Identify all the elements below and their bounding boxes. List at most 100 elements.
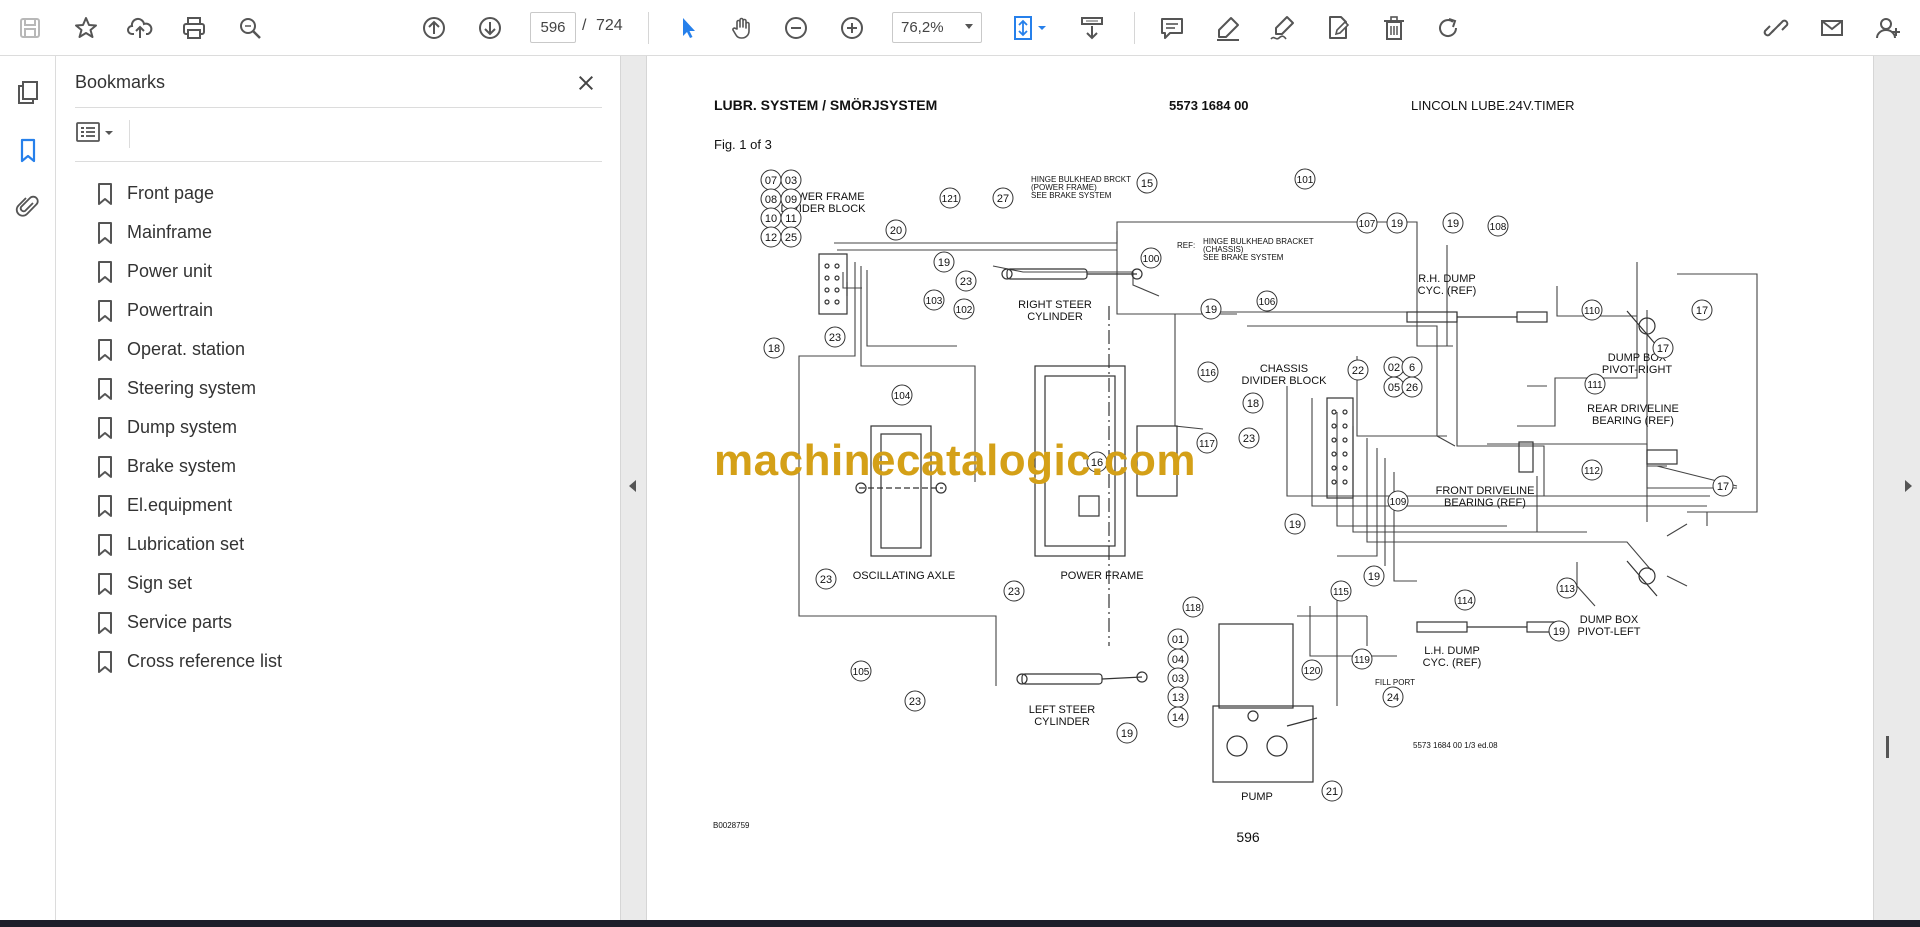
callout-bubble: 26 xyxy=(1401,376,1423,398)
bookmark-label: Mainframe xyxy=(127,222,213,242)
bookmark-item[interactable]: Cross reference list xyxy=(95,642,282,681)
callout-number: 11 xyxy=(785,213,796,225)
bookmark-list: Front page Mainframe Power unit Powertra… xyxy=(95,174,282,681)
select-cursor-icon[interactable] xyxy=(668,8,708,48)
callout-number: 19 xyxy=(938,257,950,269)
page-thumbnails-icon[interactable] xyxy=(10,74,46,110)
bookmark-item[interactable]: Steering system xyxy=(95,369,282,408)
sign-pen-icon[interactable] xyxy=(1262,8,1302,48)
panel-collapse-splitter[interactable] xyxy=(620,56,647,920)
callout-bubble: 116 xyxy=(1197,361,1219,383)
callout-bubble: 100 xyxy=(1140,247,1162,269)
bookmark-icon xyxy=(98,572,112,595)
callout-bubble: 19 xyxy=(933,251,955,273)
list-options-icon xyxy=(76,122,113,142)
fit-page-icon[interactable] xyxy=(1004,8,1058,48)
comment-icon[interactable] xyxy=(1152,8,1192,48)
close-panel-button[interactable] xyxy=(571,68,601,98)
previous-page-icon[interactable] xyxy=(414,8,454,48)
bookmark-label: Front page xyxy=(127,183,215,203)
bookmark-item[interactable]: El.equipment xyxy=(95,486,282,525)
vertical-scrollbar-thumb[interactable] xyxy=(1886,736,1889,758)
doc-header-desc: LINCOLN LUBE.24V.TIMER xyxy=(1411,98,1575,113)
callout-number: 113 xyxy=(1559,584,1575,595)
bookmark-item[interactable]: Brake system xyxy=(95,447,282,486)
doc-header-number: 5573 1684 00 xyxy=(1169,98,1249,113)
bookmark-icon xyxy=(98,260,112,283)
callout-number: 26 xyxy=(1406,382,1418,394)
callout-bubble: 19 xyxy=(1386,212,1408,234)
label-hinge-power-3: SEE BRAKE SYSTEM xyxy=(1031,191,1112,200)
bookmark-item[interactable]: Power unit xyxy=(95,252,282,291)
label-fill-port: FILL PORT xyxy=(1375,678,1415,687)
highlight-pen-icon[interactable] xyxy=(1208,8,1248,48)
rh-dump-cylinder xyxy=(1406,311,1548,323)
bookmark-item[interactable]: Service parts xyxy=(95,603,282,642)
rotate-icon[interactable] xyxy=(1428,8,1468,48)
bookmark-item[interactable]: Front page xyxy=(95,174,282,213)
zoom-level-dropdown[interactable]: 76,2% xyxy=(892,12,982,43)
callout-bubble: 113 xyxy=(1556,577,1578,599)
callout-number: 18 xyxy=(1247,398,1259,410)
label-rear-driveline-2: BEARING (REF) xyxy=(1592,415,1674,427)
bookmark-icon xyxy=(98,494,112,517)
label-left-steer-1: LEFT STEER xyxy=(1029,704,1095,716)
callout-number: 05 xyxy=(1388,382,1400,394)
right-panel-toggle[interactable] xyxy=(1873,56,1920,920)
pump-drawing xyxy=(1212,623,1318,783)
callout-bubble: 19 xyxy=(1548,620,1570,642)
share-link-icon[interactable] xyxy=(1756,8,1796,48)
chevron-down-icon xyxy=(965,24,973,29)
callout-number: 114 xyxy=(1457,596,1473,607)
label-front-driveline-2: BEARING (REF) xyxy=(1444,497,1526,509)
callout-number: 17 xyxy=(1717,481,1729,493)
bookmark-item[interactable]: Sign set xyxy=(95,564,282,603)
callout-bubble: 07 xyxy=(760,169,782,191)
attachments-paperclip-icon[interactable] xyxy=(10,188,46,224)
bookmarks-icon[interactable] xyxy=(10,132,46,168)
callout-bubble: 13 xyxy=(1167,686,1189,708)
delete-trash-icon[interactable] xyxy=(1374,8,1414,48)
zoom-search-icon[interactable] xyxy=(230,8,270,48)
callout-bubble: 19 xyxy=(1116,722,1138,744)
watermark-text: machinecatalogic.com xyxy=(714,436,1196,485)
callout-number: 19 xyxy=(1447,218,1459,230)
scroll-mode-icon[interactable] xyxy=(1072,8,1112,48)
callout-number: 23 xyxy=(820,574,832,586)
label-power-frame: POWER FRAME xyxy=(1060,570,1143,582)
page-number-input[interactable] xyxy=(530,12,576,43)
bookmark-item[interactable]: Mainframe xyxy=(95,213,282,252)
save-icon[interactable] xyxy=(10,8,50,48)
next-page-icon[interactable] xyxy=(470,8,510,48)
collapse-left-icon xyxy=(629,480,636,492)
edit-document-icon[interactable] xyxy=(1318,8,1358,48)
label-rear-driveline-1: REAR DRIVELINE xyxy=(1587,403,1679,415)
email-icon[interactable] xyxy=(1812,8,1852,48)
bookmark-item[interactable]: Lubrication set xyxy=(95,525,282,564)
star-icon[interactable] xyxy=(66,8,106,48)
callout-bubble: 18 xyxy=(763,337,785,359)
bookmark-icon xyxy=(98,221,112,244)
zoom-out-icon[interactable] xyxy=(776,8,816,48)
zoom-level-value: 76,2% xyxy=(901,19,944,36)
bookmark-label: Steering system xyxy=(127,378,257,398)
lh-dump-cylinder xyxy=(1416,621,1558,633)
bookmark-item[interactable]: Powertrain xyxy=(95,291,282,330)
callout-bubble: 109 xyxy=(1387,490,1409,512)
upload-cloud-icon[interactable] xyxy=(120,8,160,48)
callout-number: 102 xyxy=(956,305,973,316)
zoom-in-icon[interactable] xyxy=(832,8,872,48)
callout-bubble: 05 xyxy=(1383,376,1405,398)
add-user-icon[interactable] xyxy=(1868,8,1908,48)
callout-bubble: 108 xyxy=(1487,215,1509,237)
bookmark-item[interactable]: Dump system xyxy=(95,408,282,447)
callout-number: 08 xyxy=(765,194,777,206)
bookmark-options-button[interactable] xyxy=(75,117,125,149)
hand-tool-icon[interactable] xyxy=(722,8,762,48)
callout-number: 13 xyxy=(1172,692,1184,704)
print-icon[interactable] xyxy=(174,8,214,48)
callout-number: 12 xyxy=(765,232,777,244)
callout-number: 117 xyxy=(1199,439,1215,450)
bookmark-item[interactable]: Operat. station xyxy=(95,330,282,369)
callout-number: 23 xyxy=(829,332,841,344)
